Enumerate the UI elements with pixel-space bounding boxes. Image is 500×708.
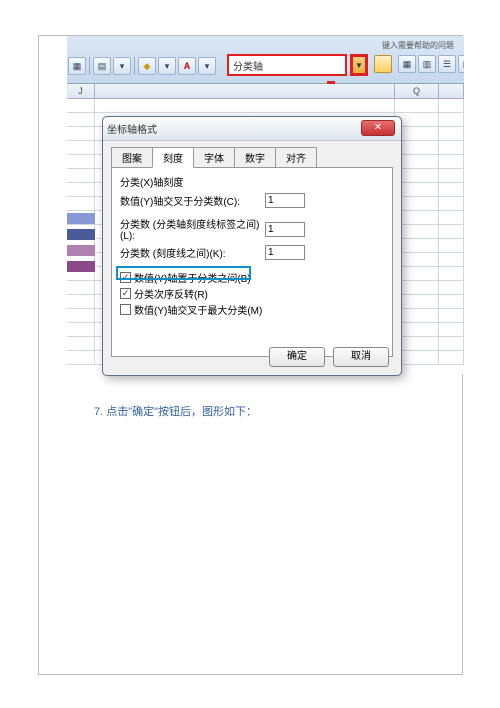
toolbar: 键入需要帮助的问题 ▦ ▤ ▾ ◆ ▾ A ▾ 分类轴 ▼ ▦ ▥ ☰ ▨ ◧ xyxy=(67,36,464,84)
toolbar-button[interactable]: ▾ xyxy=(113,57,131,75)
help-hint: 键入需要帮助的问题 xyxy=(382,40,454,51)
step-caption: 7. 点击"确定"按钮后，图形如下： xyxy=(94,403,257,419)
tab-font[interactable]: 字体 xyxy=(193,147,235,168)
chart-bar xyxy=(67,213,95,224)
tab-align[interactable]: 对齐 xyxy=(275,147,317,168)
toolbar-row: ▦ ▤ ▾ ◆ ▾ A ▾ xyxy=(67,55,217,77)
close-icon: ✕ xyxy=(374,122,382,133)
cancel-button[interactable]: 取消 xyxy=(333,347,389,367)
field-label: 分类数 (刻度线之间)(K): xyxy=(120,245,265,260)
tick-interval-input[interactable]: 1 xyxy=(265,245,305,260)
col-header-q[interactable]: Q xyxy=(395,84,439,98)
toolbar-button[interactable]: ▦ xyxy=(398,55,416,73)
column-headers: J Q xyxy=(67,84,464,99)
dialog-tabs: 图案 刻度 字体 数字 对齐 xyxy=(103,141,401,168)
checkbox-between-categories[interactable]: ✓ xyxy=(120,272,131,283)
chart-bar xyxy=(67,261,95,272)
toolbar-button[interactable]: ▨ xyxy=(458,55,464,73)
toolbar-right: ▦ ▥ ☰ ▨ ◧ xyxy=(397,55,464,73)
ok-button[interactable]: 确定 xyxy=(269,347,325,367)
toolbar-button[interactable]: ▤ xyxy=(93,57,111,75)
tick-label-interval-input[interactable]: 1 xyxy=(265,222,305,237)
font-color-button[interactable]: A xyxy=(178,57,196,75)
tab-pattern[interactable]: 图案 xyxy=(111,147,153,168)
tab-number[interactable]: 数字 xyxy=(234,147,276,168)
chart-bar xyxy=(67,229,95,240)
checkbox-row: ✓ 分类次序反转(R) xyxy=(120,286,384,301)
field-label: 分类数 (分类轴刻度线标签之间)(L): xyxy=(120,216,265,242)
toolbar-button[interactable]: ☰ xyxy=(438,55,456,73)
dropdown-value: 分类轴 xyxy=(233,58,263,73)
axis-format-dialog: 坐标轴格式 ✕ 图案 刻度 字体 数字 对齐 分类(X)轴刻度 数值(Y)轴交叉… xyxy=(102,116,402,376)
toolbar-button[interactable]: ▥ xyxy=(418,55,436,73)
tab-scale[interactable]: 刻度 xyxy=(152,147,194,168)
panel-title: 分类(X)轴刻度 xyxy=(120,174,384,189)
toolbar-button[interactable]: ▦ xyxy=(68,57,86,75)
dialog-panel: 分类(X)轴刻度 数值(Y)轴交叉于分类数(C): 1 分类数 (分类轴刻度线标… xyxy=(111,167,393,357)
col-header-j[interactable]: J xyxy=(67,84,95,98)
col-header-blank[interactable] xyxy=(95,84,395,98)
form-row: 数值(Y)轴交叉于分类数(C): 1 xyxy=(120,193,384,208)
dropdown-icon[interactable]: ▾ xyxy=(158,57,176,75)
checkbox-row: ✓ 数值(Y)轴置于分类之间(B) xyxy=(120,270,384,285)
dialog-title: 坐标轴格式 xyxy=(107,121,157,136)
chart-preview-button[interactable] xyxy=(374,55,392,73)
fill-color-button[interactable]: ◆ xyxy=(138,57,156,75)
document-page: 键入需要帮助的问题 ▦ ▤ ▾ ◆ ▾ A ▾ 分类轴 ▼ ▦ ▥ ☰ ▨ ◧ xyxy=(38,35,463,675)
table-row xyxy=(67,99,464,113)
checkbox-reverse-order[interactable]: ✓ xyxy=(120,288,131,299)
cross-at-input[interactable]: 1 xyxy=(265,193,305,208)
checkbox-label: 数值(Y)轴置于分类之间(B) xyxy=(134,270,251,285)
separator xyxy=(134,57,135,75)
separator xyxy=(89,57,90,75)
checkbox-cross-at-max[interactable] xyxy=(120,304,131,315)
close-button[interactable]: ✕ xyxy=(361,120,395,136)
form-row: 分类数 (刻度线之间)(K): 1 xyxy=(120,245,384,260)
axis-dropdown[interactable]: 分类轴 xyxy=(227,54,347,76)
dropdown-arrow-button[interactable]: ▼ xyxy=(350,54,368,76)
col-header-blank[interactable] xyxy=(439,84,464,98)
dialog-buttons: 确定 取消 xyxy=(269,347,389,367)
checkbox-label: 分类次序反转(R) xyxy=(134,286,208,301)
dialog-titlebar[interactable]: 坐标轴格式 ✕ xyxy=(103,117,401,141)
field-label: 数值(Y)轴交叉于分类数(C): xyxy=(120,193,265,208)
form-row: 分类数 (分类轴刻度线标签之间)(L): 1 xyxy=(120,216,384,242)
chevron-down-icon: ▼ xyxy=(355,61,363,70)
checkbox-row: 数值(Y)轴交叉于最大分类(M) xyxy=(120,302,384,317)
checkbox-label: 数值(Y)轴交叉于最大分类(M) xyxy=(134,302,262,317)
chart-bar xyxy=(67,245,95,256)
dropdown-icon[interactable]: ▾ xyxy=(198,57,216,75)
